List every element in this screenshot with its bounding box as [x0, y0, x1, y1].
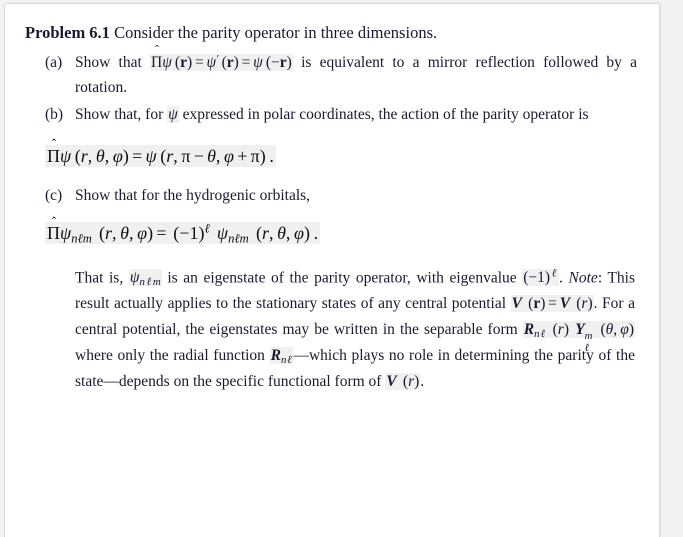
problem-part-b: (b) Show that, for ψ expressed in polar … — [23, 102, 639, 127]
eigenvalue-period: . — [559, 269, 563, 287]
radial-function-math: Rnℓ — [269, 347, 294, 367]
closing-paragraph: That is, ψnℓm is an eigenstate of the pa… — [75, 265, 639, 395]
part-a-inline-math: ˆ Πψ (r) = ψ′ (r) = ψ (−r) — [149, 42, 293, 72]
part-c-body: Show that for the hydrogenic orbitals, — [75, 183, 639, 208]
problem-label: Problem 6.1 — [25, 23, 110, 42]
part-b-text-after: expressed in polar coordinates, the acti… — [182, 106, 589, 124]
problem-card: Problem 6.1 Consider the parity operator… — [4, 3, 660, 537]
part-b-text-before: Show that, for — [75, 106, 164, 124]
part-a-text-before: Show that — [75, 54, 142, 72]
problem-content: Problem 6.1 Consider the parity operator… — [5, 4, 659, 395]
equation-c-math: ˆ Πψnℓm (r, θ, φ) = (−1)ℓ ψnℓm (r, θ, φ) . — [45, 214, 321, 246]
display-equation-b: ˆ Πψ (r, θ, φ) = ψ (r, π − θ, φ + π) . — [45, 137, 639, 167]
part-c-text-before: Show that for the hydrogenic orbitals, — [75, 186, 311, 204]
closing-psi-math: ψnℓm — [128, 269, 162, 289]
part-a-body: Show that ˆ Πψ (r) = ψ′ (r) = ψ (−r) is equivale… — [75, 42, 639, 100]
potential-math: V (r) = V (r) — [510, 295, 594, 313]
problem-part-a: (a) Show that ˆ Πψ (r) = ψ′ (r) = ψ (−r) is equi… — [23, 42, 639, 100]
part-b-label: (b) — [45, 106, 64, 124]
equation-b-math: ˆ Πψ (r, θ, φ) = ψ (r, π − θ, φ + π) . — [45, 137, 276, 167]
part-c-label: (c) — [45, 186, 63, 204]
display-equation-c: ˆ Πψnℓm (r, θ, φ) = (−1)ℓ ψnℓm (r, θ, φ) . — [45, 214, 639, 247]
closing-period: . — [420, 373, 425, 391]
note-text-3: where only the radial function — [75, 347, 265, 365]
problem-heading: Problem 6.1 Consider the parity operator… — [25, 22, 639, 44]
note-colon: : — [597, 269, 603, 287]
eigenvalue-math: (−1)ℓ — [522, 267, 560, 287]
closing-lead: That is, — [75, 269, 124, 287]
final-potential-math: V (r) — [385, 373, 421, 391]
part-b-body: Show that, for ψ expressed in polar coor… — [75, 102, 639, 127]
problem-part-c: (c) Show that for the hydrogenic orbital… — [23, 183, 639, 208]
part-a-label: (a) — [45, 54, 63, 72]
closing-continues: is an eigenstate of the parity operator,… — [167, 269, 517, 287]
problem-statement: Consider the parity operator in three di… — [114, 23, 438, 42]
part-b-inline-math-psi: ψ — [167, 106, 179, 124]
separable-form-math: Rnℓ (r) Ymℓ (θ, φ) — [522, 321, 635, 355]
note-label: Note — [568, 269, 598, 287]
